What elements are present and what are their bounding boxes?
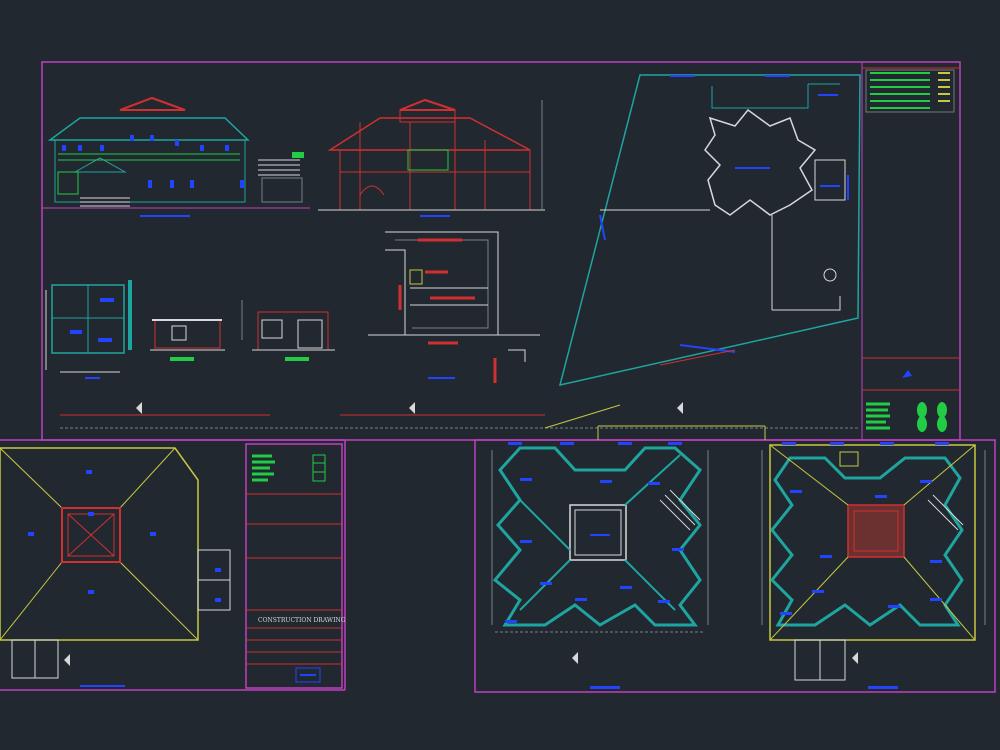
site-plan bbox=[558, 74, 861, 387]
lower-title-block: CONSTRUCTION DRAWING bbox=[245, 443, 346, 689]
building-section bbox=[318, 98, 545, 217]
road-plan bbox=[368, 231, 540, 383]
ground-floor-plan bbox=[474, 425, 996, 693]
small-elevations bbox=[150, 300, 335, 361]
cad-drawing-canvas[interactable]: CONSTRUCTION DRAWING bbox=[0, 0, 1000, 750]
drawing-title: CONSTRUCTION DRAWING bbox=[258, 617, 346, 624]
first-floor-plan bbox=[761, 442, 986, 689]
toilet-plan bbox=[45, 280, 132, 379]
dimension-strip bbox=[60, 402, 860, 429]
front-elevation bbox=[47, 96, 304, 217]
upper-title-block bbox=[862, 67, 960, 432]
